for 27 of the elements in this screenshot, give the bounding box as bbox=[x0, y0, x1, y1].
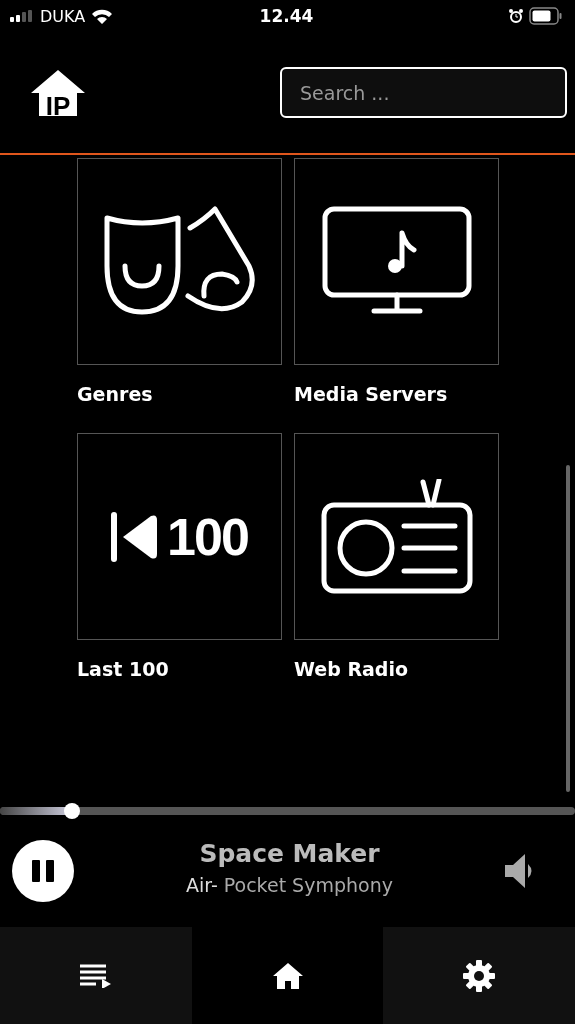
radio-icon bbox=[320, 478, 473, 595]
queue-icon bbox=[79, 963, 112, 988]
artist-name: Air- bbox=[186, 873, 218, 896]
queue-tab[interactable] bbox=[0, 927, 192, 1024]
wifi-icon bbox=[91, 8, 114, 24]
alarm-icon bbox=[509, 9, 523, 23]
tile-label[interactable]: Genres bbox=[77, 383, 153, 405]
pause-icon bbox=[32, 860, 54, 882]
tile-label[interactable]: Media Servers bbox=[294, 383, 448, 405]
settings-tab[interactable] bbox=[383, 927, 575, 1024]
menu-tile[interactable] bbox=[294, 158, 499, 365]
settings-icon bbox=[463, 959, 496, 992]
menu-tile[interactable] bbox=[77, 158, 282, 365]
clock-time: 12.44 bbox=[259, 6, 314, 26]
tile-label[interactable]: Web Radio bbox=[294, 658, 408, 680]
progress-thumb[interactable] bbox=[63, 803, 80, 819]
house-logo[interactable]: IP bbox=[31, 69, 85, 116]
menu-tile[interactable]: 100 bbox=[77, 433, 282, 640]
track-title: Space Maker bbox=[199, 838, 380, 868]
album-name: Pocket Symphony bbox=[223, 873, 393, 896]
home-icon bbox=[272, 962, 303, 989]
carrier-name: DUKA bbox=[40, 6, 86, 26]
signal-icon bbox=[10, 10, 34, 22]
menu-tile[interactable] bbox=[294, 433, 499, 640]
tile-label[interactable]: Last 100 bbox=[77, 658, 169, 680]
battery-icon bbox=[529, 7, 563, 25]
search-field[interactable]: Search ... bbox=[280, 67, 567, 118]
